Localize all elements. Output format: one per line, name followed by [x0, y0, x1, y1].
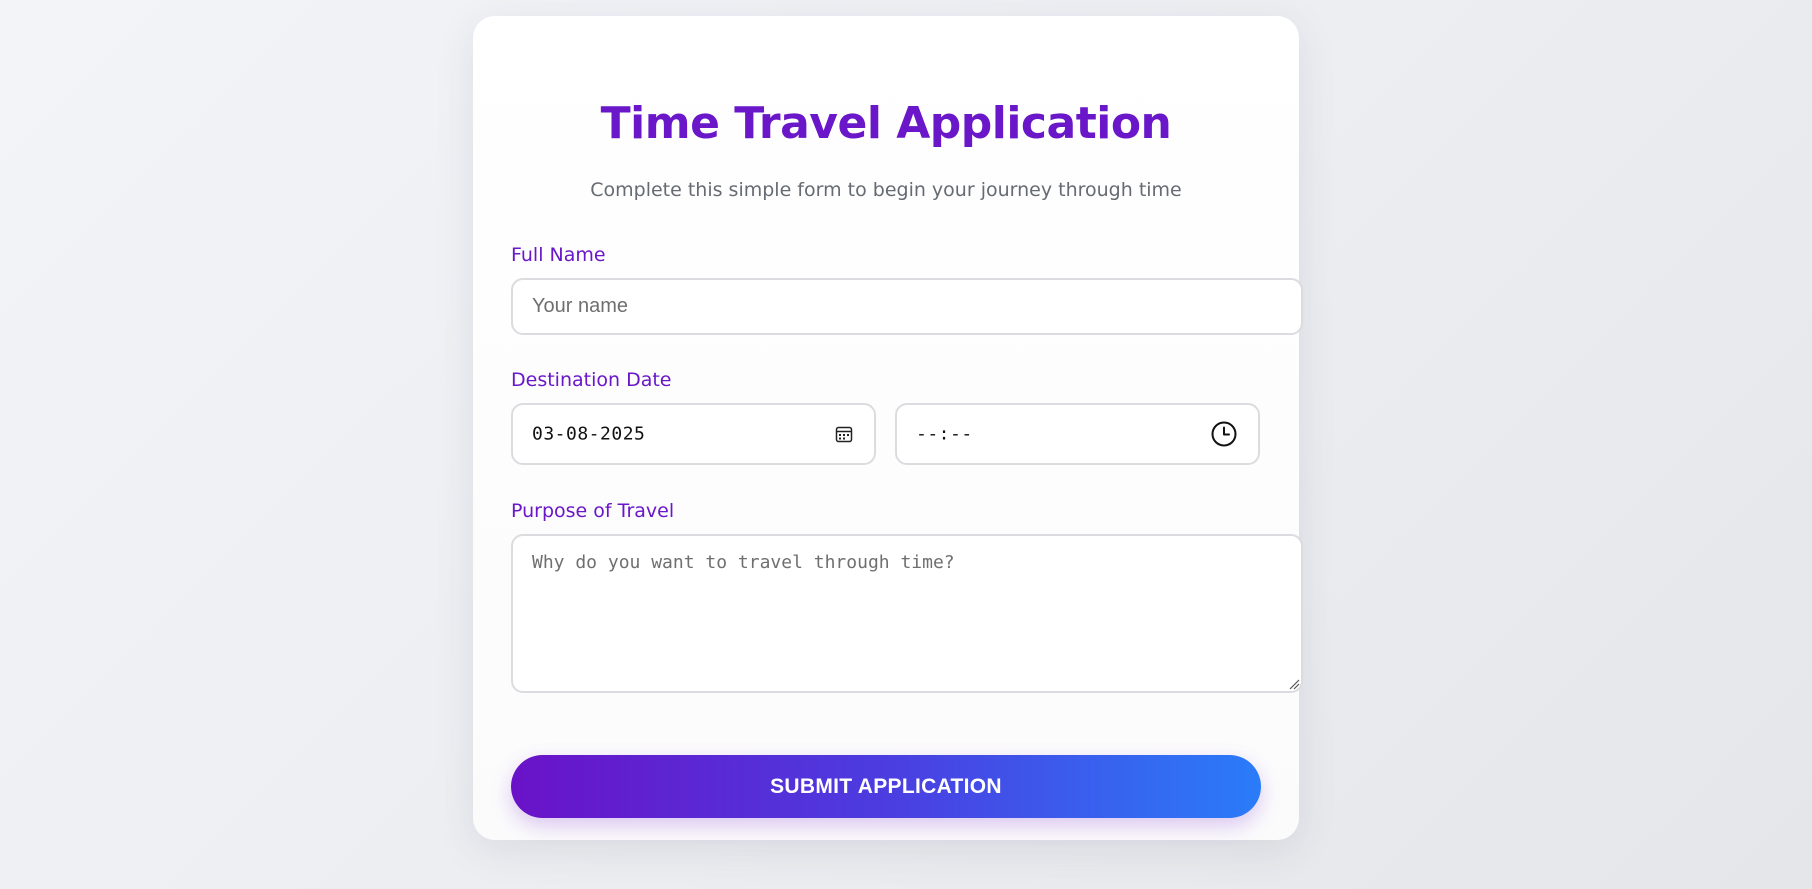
date-input[interactable]: 03-08-2025 [511, 403, 876, 465]
purpose-textarea[interactable] [511, 534, 1303, 693]
time-value: --:-- [916, 423, 973, 445]
time-input[interactable]: --:-- [895, 403, 1260, 465]
page-subtitle: Complete this simple form to begin your … [590, 179, 1182, 201]
resize-handle-icon[interactable] [1288, 678, 1300, 690]
calendar-icon[interactable] [834, 424, 854, 444]
page-title: Time Travel Application [600, 98, 1172, 149]
submit-application-button[interactable]: SUBMIT APPLICATION [511, 755, 1261, 818]
destination-date-label: Destination Date [511, 369, 672, 391]
application-card: Time Travel Application Complete this si… [473, 16, 1303, 840]
full-name-input[interactable] [511, 278, 1303, 335]
purpose-label: Purpose of Travel [511, 500, 675, 522]
full-name-label: Full Name [511, 244, 606, 266]
clock-icon[interactable] [1210, 420, 1238, 448]
date-value: 03-08-2025 [532, 423, 646, 445]
